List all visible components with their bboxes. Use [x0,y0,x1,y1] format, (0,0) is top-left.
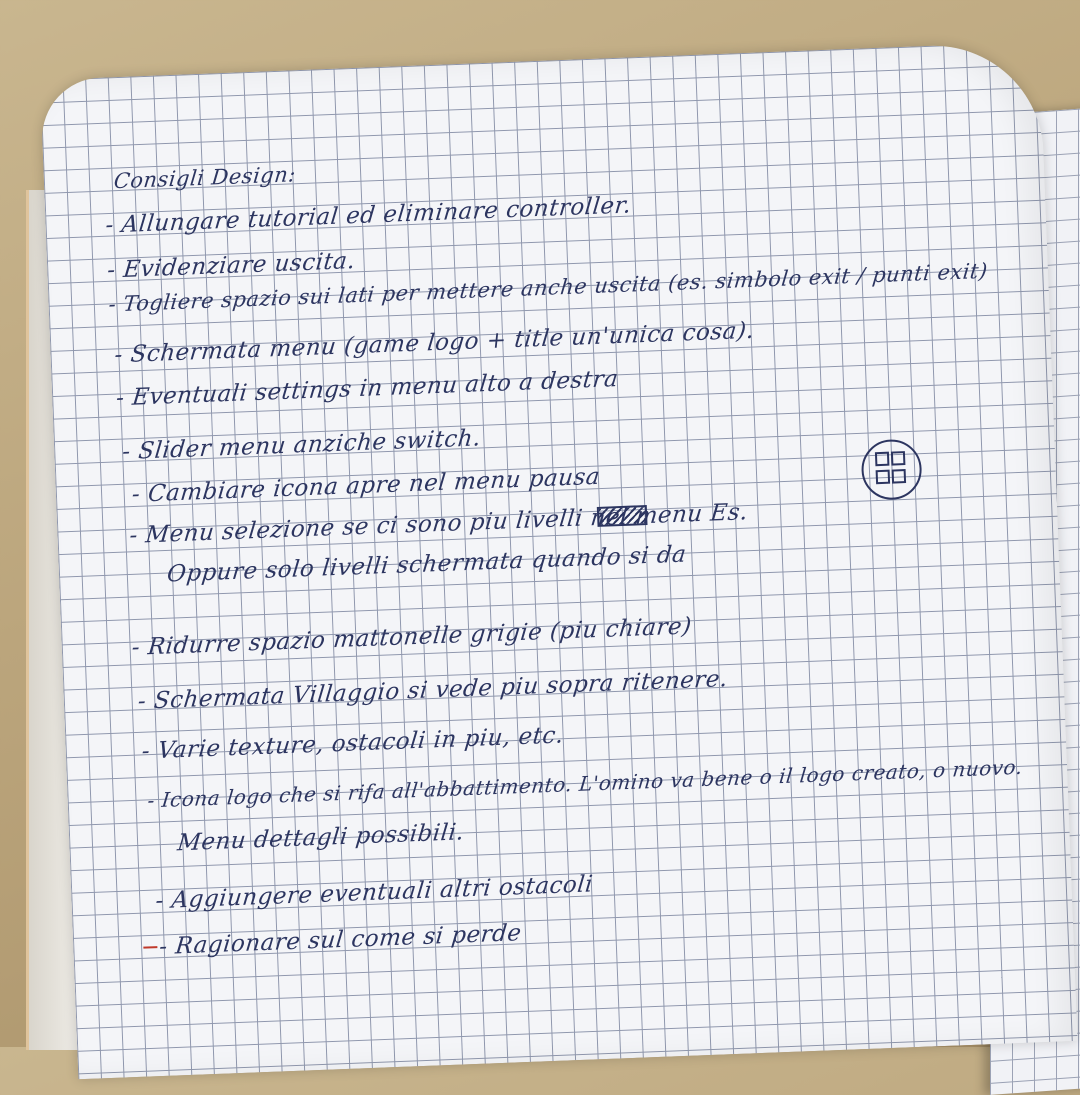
note-line: - Cambiare icona apre nel menu pausa [130,463,602,508]
note-line: - Aggiungere eventuali altri ostacoli [154,871,595,915]
note-line: - Menu selezione se ci sono piu livelli … [128,499,750,549]
note-line: - Varie texture, ostacoli in piu, etc. [140,722,565,765]
note-line: Oppure solo livelli schermata quando si … [165,541,688,588]
note-line: - Ridurre spazio mattonelle grigie (piu … [130,613,693,661]
note-line: - Slider menu anziche switch. [121,425,483,466]
note-line: - Evidenziare uscita. [106,247,357,284]
level-grid-sketch-icon [860,438,923,501]
note-line: Menu dettagli possibili. [176,819,466,857]
note-line: - Eventuali settings in menu alto a dest… [114,365,620,412]
notebook-page: Consigli Design: - Allungare tutorial ed… [40,41,1078,1080]
note-line: - Schermata menu (game logo + title un'u… [113,317,756,369]
notes-title: Consigli Design: [112,162,298,194]
note-line: - Allungare tutorial ed eliminare contro… [104,192,633,239]
note-line: - Schermata Villaggio si vede piu sopra … [136,665,730,715]
note-line: - Ragionare sul come si perde [158,920,523,961]
margin-mark [143,946,158,949]
note-line: - Icona logo che si rifa all'abbattiment… [146,754,1024,813]
crossed-out-word [596,505,648,527]
